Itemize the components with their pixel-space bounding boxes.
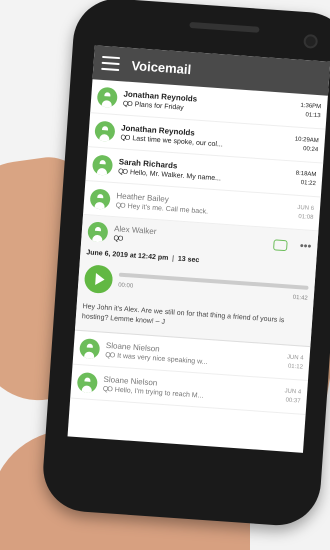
voicemail-icon: QO xyxy=(105,351,115,359)
avatar xyxy=(87,221,109,243)
voicemail-icon: QO xyxy=(120,133,130,142)
timestamp: 1:36PM xyxy=(300,102,322,110)
total-time: 01:42 xyxy=(292,294,308,302)
message-preview: Plans for Friday xyxy=(134,100,184,112)
avatar xyxy=(89,187,111,210)
avatar xyxy=(91,154,114,176)
voicemail-icon: QO xyxy=(117,167,128,176)
duration: 00:37 xyxy=(285,397,301,405)
timestamp: JUN 4 xyxy=(284,387,302,396)
voicemail-icon: QO xyxy=(102,385,113,393)
phone-speaker xyxy=(189,21,260,33)
avatar xyxy=(94,120,116,142)
voicemail-icon: QO xyxy=(113,235,123,243)
expanded-voicemail: Alex Walker QO ••• June 6, 2019 at 12:42… xyxy=(74,214,319,348)
voicemail-icon: QO xyxy=(122,99,132,108)
duration: 00:24 xyxy=(302,145,319,153)
timestamp: JUN 6 xyxy=(297,204,315,212)
duration: 01:08 xyxy=(298,213,314,221)
hamburger-menu-icon[interactable] xyxy=(101,55,121,72)
app-title: Voicemail xyxy=(131,57,192,77)
avatar xyxy=(96,86,118,108)
timestamp: JUN 4 xyxy=(286,354,304,362)
timestamp: 8:18AM xyxy=(295,170,317,178)
phone-camera xyxy=(303,33,319,49)
timestamp: 10:29AM xyxy=(294,136,319,144)
duration: 01:22 xyxy=(300,179,316,187)
avatar xyxy=(76,371,99,393)
elapsed-time: 00:00 xyxy=(117,282,134,290)
play-button[interactable] xyxy=(83,264,114,295)
voicemail-icon: QO xyxy=(115,201,125,210)
more-icon[interactable]: ••• xyxy=(299,240,311,253)
chat-icon[interactable] xyxy=(273,238,289,251)
duration: 01:12 xyxy=(287,363,304,371)
phone: Voicemail Jonathan Reynolds QO Plans for … xyxy=(40,0,330,529)
duration: 01:13 xyxy=(305,111,321,119)
avatar xyxy=(79,337,101,359)
phone-screen: Voicemail Jonathan Reynolds QO Plans for … xyxy=(67,45,330,453)
